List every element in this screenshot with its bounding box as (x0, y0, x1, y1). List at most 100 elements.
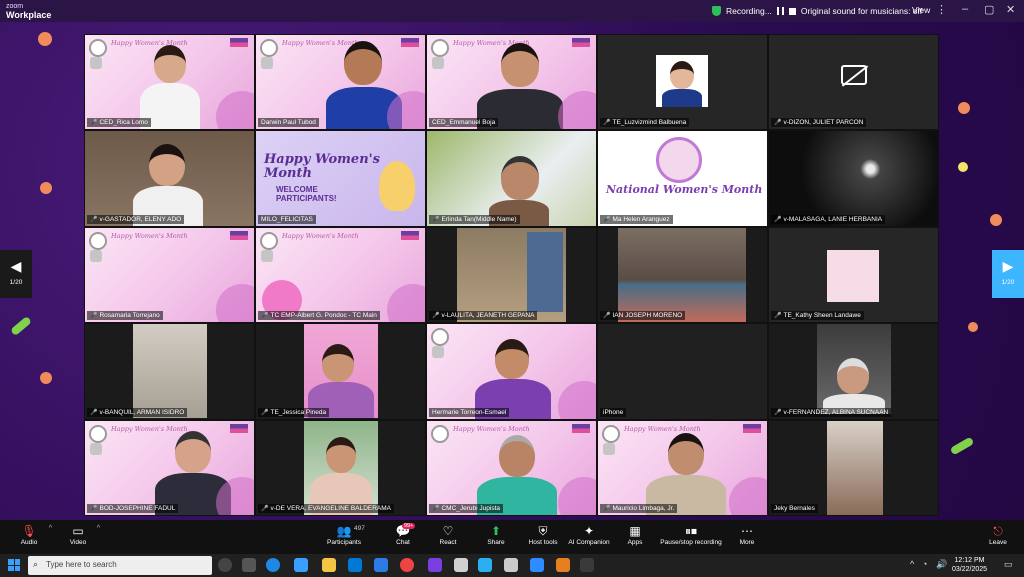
participant-name: 🎤 TE_Jessica Pineda (258, 407, 330, 417)
participant-name: 🎤 CED_Rica Lomo (87, 118, 151, 128)
cortana-icon[interactable] (218, 558, 232, 572)
audio-button[interactable]: 🎙 Audio ^ (14, 523, 52, 546)
video-tile[interactable]: 🎤 v-FERNANDEZ, ALBINA SUCNAAN (768, 323, 939, 420)
view-button[interactable]: View (912, 5, 930, 15)
mic-muted-icon: 🎤 (90, 216, 98, 223)
org-logo-icon (90, 57, 102, 69)
share-screen-icon: ⬆ (490, 524, 502, 538)
video-tile[interactable]: 🎤 Erlinda Tan(Middle Name) (426, 130, 597, 227)
task-view-icon[interactable] (242, 558, 256, 572)
video-tile[interactable]: iPhone (597, 323, 768, 420)
pause-stop-icon: ⏸⏹ (684, 524, 697, 538)
video-button[interactable]: ▭ Video ^ (64, 523, 100, 546)
flag-icon (743, 423, 761, 433)
participant-name: Hermarie Torreon-Esmael (429, 407, 510, 417)
chevron-up-icon[interactable]: ^ (97, 525, 100, 532)
recording-label: Recording... (726, 6, 772, 16)
video-tile[interactable]: 🎤 IAN JOSEPH MORENO (597, 226, 768, 324)
notepad-icon[interactable] (454, 558, 468, 572)
windows-start-icon[interactable] (8, 559, 20, 571)
org-logo-icon (432, 57, 444, 69)
outlook-icon[interactable] (374, 558, 388, 572)
participant-video (646, 431, 726, 515)
video-tile[interactable]: Happy Women's Month 🎤 TC EMP-Albert G. Po… (255, 226, 426, 324)
chrome-icon[interactable] (400, 558, 414, 572)
page-indicator-left: 1/20 (9, 279, 23, 286)
video-tile[interactable]: National Women's Month 🎤 Ma Helen Arangue… (597, 130, 768, 227)
video-tile[interactable]: 🎤 v-GASTADOR, ELENY ADO (84, 130, 255, 227)
video-tile[interactable]: 🎤 v-DIZON, JULIET PARCON (768, 34, 939, 131)
apps-button[interactable]: ▦ Apps (624, 523, 646, 546)
maximize-icon[interactable]: ▢ (984, 3, 994, 16)
share-button[interactable]: ⬆ Share (484, 523, 508, 546)
windows-taskbar: ⌕ Type here to search ^ ◔ 🔊 12:12 PM 03/… (0, 554, 1024, 577)
apps-grid-icon[interactable]: ⋮ (936, 3, 947, 16)
mic-muted-icon: 🎤 (774, 313, 782, 320)
pause-stop-recording-button[interactable]: ⏸⏹ Pause/stop recording (660, 523, 722, 546)
video-tile[interactable]: 🎤 v-BANQUIL, ARMAN ISIDRO (84, 323, 255, 420)
taskbar-search-input[interactable]: ⌕ Type here to search (28, 556, 212, 575)
participant-name: 🎤 CMC_Jerubi Jupista (429, 503, 504, 513)
video-tile[interactable]: Happy Women's Month WELCOME PARTICIPANTS! … (255, 130, 426, 227)
original-sound-label[interactable]: Original sound for musicians: off (801, 6, 922, 16)
edge-icon[interactable] (266, 558, 280, 572)
video-tile[interactable]: Happy Women's Month CED_Emmanuel Boja (426, 34, 597, 131)
notifications-icon[interactable]: ▭ (1004, 559, 1013, 570)
next-page-button[interactable]: ▶ 1/20 (992, 250, 1024, 298)
participants-button[interactable]: 👥 Participants 497 (326, 523, 365, 546)
app-icon[interactable] (478, 558, 492, 572)
confetti-decoration (968, 322, 978, 332)
confetti-decoration (958, 102, 970, 114)
video-tile[interactable]: Happy Women's Month 🎤 CMC_Jerubi Jupista (426, 419, 597, 516)
vlc-icon[interactable] (556, 558, 570, 572)
mic-muted-icon: 🎤 (603, 505, 611, 512)
confetti-decoration (10, 315, 32, 337)
minimize-icon[interactable]: – (962, 3, 968, 15)
video-tile[interactable]: 🎤 TE_Kathy Sheen Landawe (768, 226, 939, 324)
participant-name: 🎤 v-DE VERA, EVANGELINE BALDERAMA (258, 503, 395, 513)
stop-recording-icon[interactable] (788, 7, 796, 15)
video-tile[interactable]: 🎤 v-LAULITA, JEANETH GEPANA (426, 226, 597, 324)
teams-icon[interactable] (428, 558, 442, 572)
video-tile[interactable]: Happy Women's Month 🎤 BOD-JOSEPHINE FADUL (84, 419, 255, 516)
video-tile[interactable]: Jeky Bernales (768, 419, 939, 516)
participant-video (304, 420, 378, 515)
participant-name: 🎤 Ma Helen Aranguez (600, 214, 673, 224)
slide-subtitle: WELCOME PARTICIPANTS! (276, 185, 337, 204)
org-logo-icon (603, 442, 615, 455)
system-clock[interactable]: 12:12 PM 03/22/2025 (952, 556, 987, 574)
video-tile[interactable]: 🎤 TE_Jessica Pineda (255, 323, 426, 420)
network-icon[interactable]: ◔ (922, 559, 927, 569)
file-explorer-icon[interactable] (322, 558, 336, 572)
video-tile[interactable]: Happy Women's Month Darwin Paul Tubod (255, 34, 426, 131)
security-shield-icon[interactable] (712, 6, 721, 16)
participant-name: iPhone (600, 407, 627, 417)
volume-icon[interactable]: 🔊 (936, 559, 947, 570)
video-tile[interactable]: Hermarie Torreon-Esmael (426, 323, 597, 420)
react-button[interactable]: ♡ React (437, 523, 459, 546)
leave-button[interactable]: ⎋ Leave (986, 523, 1010, 546)
zoom-app-icon[interactable] (530, 558, 544, 572)
app-icon[interactable] (580, 558, 594, 572)
video-tile[interactable]: Happy Women's Month 🎤 CED_Rica Lomo (84, 34, 255, 131)
video-tile[interactable]: Happy Women's Month 🎤 Rosamaria Torrejano (84, 226, 255, 324)
video-tile[interactable]: 🎤 v-MALASAGA, LANIE HERBANIA (768, 130, 939, 227)
app-icon[interactable] (504, 558, 518, 572)
previous-page-button[interactable]: ◀ 1/20 (0, 250, 32, 298)
ai-companion-button[interactable]: ✦ AI Companion (567, 523, 611, 546)
store-icon[interactable] (294, 558, 308, 572)
chat-button[interactable]: 💬 Chat 99+ (392, 523, 416, 546)
slide-title: National Women's Month (606, 183, 763, 197)
mail-icon[interactable] (348, 558, 362, 572)
video-tile[interactable]: Happy Women's Month 🎤 Mauricio Limbaga, J… (597, 419, 768, 516)
tray-chevron-icon[interactable]: ^ (910, 559, 914, 569)
host-tools-button[interactable]: ⛨ Host tools (526, 523, 560, 546)
chat-unread-badge: 99+ (402, 523, 416, 529)
video-tile[interactable]: 🎤 TE_Luzvizmind Balbuena (597, 34, 768, 131)
video-tile[interactable]: 🎤 v-DE VERA, EVANGELINE BALDERAMA (255, 419, 426, 516)
more-button[interactable]: ⋯ More (736, 523, 758, 546)
mic-muted-icon: 🎤 (432, 313, 440, 320)
close-icon[interactable]: ✕ (1006, 3, 1015, 16)
pause-recording-icon[interactable] (776, 7, 784, 15)
chevron-up-icon[interactable]: ^ (49, 525, 52, 532)
